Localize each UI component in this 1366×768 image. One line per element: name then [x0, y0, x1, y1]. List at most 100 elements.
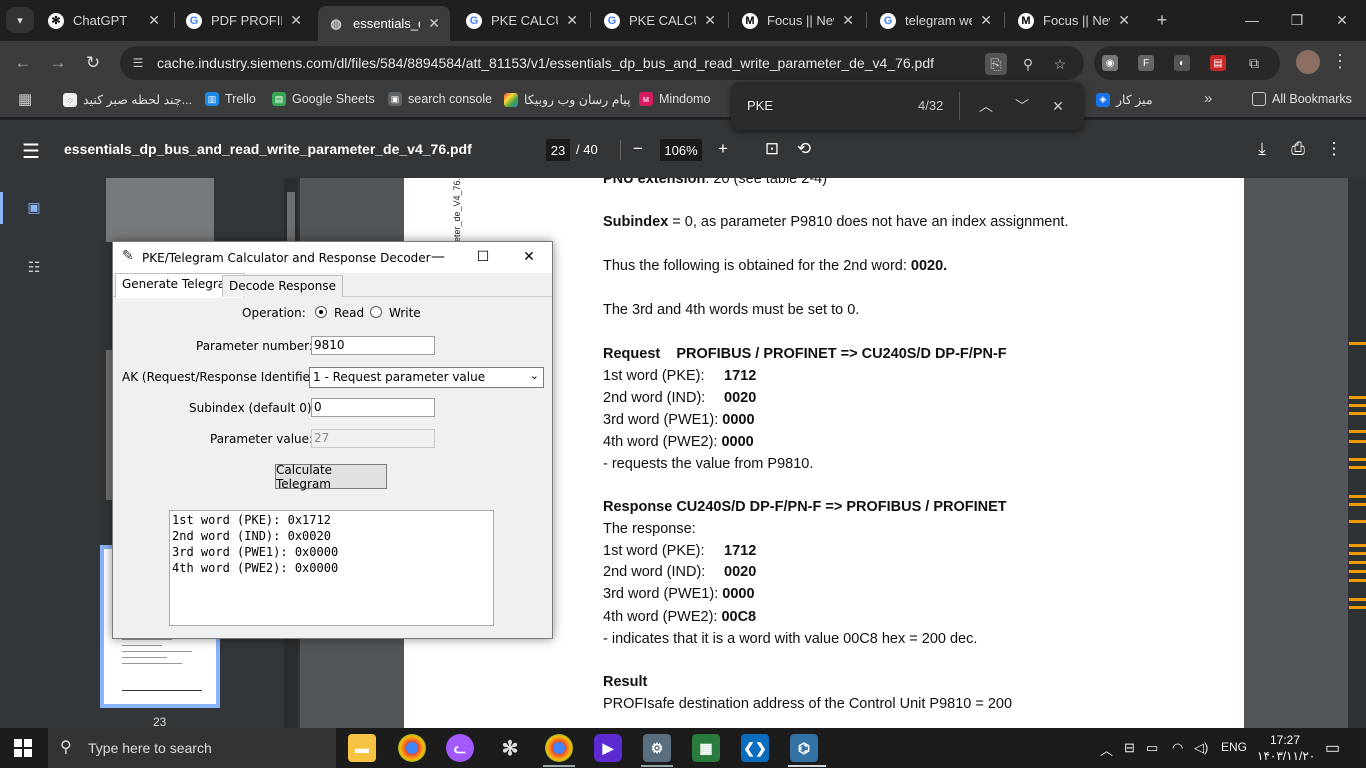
volume-icon[interactable]: ◁) [1194, 740, 1208, 756]
tab-focus-2[interactable]: M Focus || New ✕ [1008, 6, 1140, 35]
open-in-app-icon[interactable]: ⎘ [985, 53, 1007, 75]
close-icon[interactable]: ✕ [704, 12, 716, 29]
download-button[interactable]: ⤓ [1250, 137, 1274, 161]
rotate-button[interactable]: ⟲ [792, 137, 816, 161]
ak-select[interactable]: 1 - Request parameter value ⌄ [309, 367, 544, 388]
zoom-icon[interactable]: ⚲ [1017, 53, 1039, 75]
write-radio[interactable] [370, 306, 382, 318]
battery-icon[interactable]: ▭ [1146, 740, 1158, 756]
url-text[interactable]: cache.industry.siemens.com/dl/files/584/… [157, 55, 934, 71]
more-bookmarks-icon[interactable]: » [1204, 90, 1212, 107]
tab-focus-1[interactable]: M Focus || New ✕ [732, 6, 864, 35]
calculator-icon[interactable]: ▦ [692, 734, 720, 762]
show-hidden-icons[interactable]: ︿ [1100, 740, 1113, 759]
outline-icon[interactable]: ☷ [25, 258, 43, 276]
thumbnails-icon[interactable]: ▣ [25, 198, 43, 216]
windows-start-icon[interactable] [14, 739, 32, 757]
address-bar[interactable]: ☰ cache.industry.siemens.com/dl/files/58… [120, 46, 1084, 80]
avatar[interactable] [1296, 50, 1320, 74]
notifications-icon[interactable]: ▭ [1325, 738, 1340, 758]
tab-chatgpt[interactable]: ✻ ChatGPT ✕ [38, 6, 170, 35]
fit-page-button[interactable]: ⊡ [760, 137, 784, 161]
close-icon[interactable]: ✕ [1118, 12, 1130, 29]
cat-app-icon[interactable]: ᓚ [446, 734, 474, 762]
page-number-input[interactable]: 23 [546, 139, 570, 161]
calculate-telegram-button[interactable]: Calculate Telegram [275, 463, 387, 491]
close-icon[interactable]: ✕ [980, 12, 992, 29]
star-icon[interactable]: ☆ [1049, 53, 1071, 75]
openai-icon[interactable]: ✻ [496, 734, 524, 762]
find-input[interactable]: PKE [747, 98, 773, 113]
subindex-input[interactable]: 0 [311, 398, 435, 417]
tab-pdf-profibus[interactable]: G PDF PROFIBU ✕ [176, 6, 312, 35]
output-text[interactable]: 1st word (PKE): 0x1712 2nd word (IND): 0… [169, 510, 494, 626]
page-thumbnail[interactable] [106, 178, 214, 242]
print-button[interactable]: ⎙ [1286, 137, 1310, 161]
write-label[interactable]: Write [389, 306, 421, 320]
bookmark-item[interactable]: پیام رسان وب روبیکا [504, 92, 631, 107]
new-tab-button[interactable]: + [1147, 8, 1177, 32]
python-icon[interactable]: ⌬ [790, 734, 818, 762]
f-extension-icon[interactable]: F [1138, 55, 1154, 71]
close-window-button[interactable]: ✕ [519, 247, 539, 267]
media-app-icon[interactable]: ▶ [594, 734, 622, 762]
camera-extension-icon[interactable]: ◉ [1102, 55, 1118, 71]
bookmark-item[interactable]: ᴍ Mindomo [639, 92, 710, 106]
language-indicator[interactable]: ENG [1221, 740, 1247, 754]
network-device-icon[interactable]: ⊟ [1124, 740, 1135, 756]
back-button[interactable]: ← [10, 50, 36, 76]
reload-button[interactable]: ↻ [80, 50, 106, 76]
taskbar-search[interactable]: ⚲ Type here to search [48, 728, 336, 768]
close-icon[interactable]: ✕ [566, 12, 578, 29]
site-info-icon[interactable]: ☰ [130, 55, 146, 71]
puzzle-icon[interactable]: ⧉ [1246, 55, 1262, 71]
bookmark-item[interactable]: ▣ search console [388, 92, 492, 106]
chrome-profile-icon[interactable] [545, 734, 573, 762]
find-next-button[interactable]: ﹀ [1011, 95, 1033, 117]
tab-pke-calcul-2[interactable]: G PKE CALCUL ✕ [594, 6, 726, 35]
window-titlebar[interactable]: ✎ PKE/Telegram Calculator and Response D… [113, 242, 552, 273]
bookmark-item[interactable]: ◌ چند لحظه صبر کنید... [63, 92, 192, 107]
tool-app-icon[interactable]: ⚙ [643, 734, 671, 762]
close-icon[interactable]: ✕ [428, 15, 440, 32]
close-icon[interactable]: ✕ [290, 12, 302, 29]
find-previous-button[interactable]: ︿ [975, 95, 997, 117]
read-label[interactable]: Read [334, 306, 364, 320]
close-window-button[interactable]: ✕ [1327, 8, 1357, 32]
zoom-in-button[interactable]: + [711, 137, 735, 161]
read-radio[interactable] [315, 306, 327, 318]
document-scrollbar[interactable] [1348, 178, 1366, 728]
file-explorer-icon[interactable]: ▬ [348, 734, 376, 762]
menu-icon[interactable]: ⋮ [1331, 51, 1349, 72]
bookmark-item[interactable]: ◈ میز کار [1096, 92, 1153, 107]
wifi-icon[interactable]: ◠ [1172, 740, 1183, 756]
forward-button[interactable]: → [45, 50, 71, 76]
parameter-number-input[interactable]: 9810 [311, 336, 435, 355]
pdf-extension-icon[interactable]: ▤ [1210, 55, 1226, 71]
maximize-button[interactable]: ☐ [473, 247, 493, 267]
close-icon[interactable]: ✕ [148, 12, 160, 29]
vscode-icon[interactable]: ❮❯ [741, 734, 769, 762]
chrome-icon[interactable] [398, 734, 426, 762]
tab-pke-calcul-1[interactable]: G PKE CALCUL ✕ [456, 6, 588, 35]
tab-essentials[interactable]: ◍ essentials_dp ✕ [318, 6, 450, 41]
hamburger-menu-icon[interactable]: ☰ [22, 139, 40, 164]
bookmark-item[interactable]: ▤ Google Sheets [272, 92, 375, 106]
find-close-button[interactable]: ✕ [1047, 95, 1069, 117]
all-bookmarks[interactable]: All Bookmarks [1252, 92, 1352, 106]
vpn-extension-icon[interactable]: ◐ [1174, 55, 1190, 71]
restore-button[interactable]: ❐ [1282, 8, 1312, 32]
close-icon[interactable]: ✕ [842, 12, 854, 29]
tab-telegram[interactable]: G telegram we ✕ [870, 6, 1002, 35]
tab-decode-response[interactable]: Decode Response [222, 275, 344, 297]
apps-icon[interactable]: ▦ [18, 90, 32, 108]
minimize-button[interactable]: — [428, 247, 448, 267]
minimize-button[interactable]: — [1237, 8, 1267, 32]
more-options-button[interactable]: ⋮ [1322, 137, 1346, 161]
zoom-out-button[interactable]: − [626, 137, 650, 161]
bookmark-item[interactable]: ▥ Trello [205, 92, 256, 106]
rubika-icon [504, 92, 518, 107]
zoom-input[interactable]: 106% [660, 139, 702, 161]
tab-search-button[interactable]: ▾ [6, 7, 34, 33]
clock[interactable]: 17:27 ۱۴۰۳/۱۱/۲۰ [1257, 732, 1315, 764]
